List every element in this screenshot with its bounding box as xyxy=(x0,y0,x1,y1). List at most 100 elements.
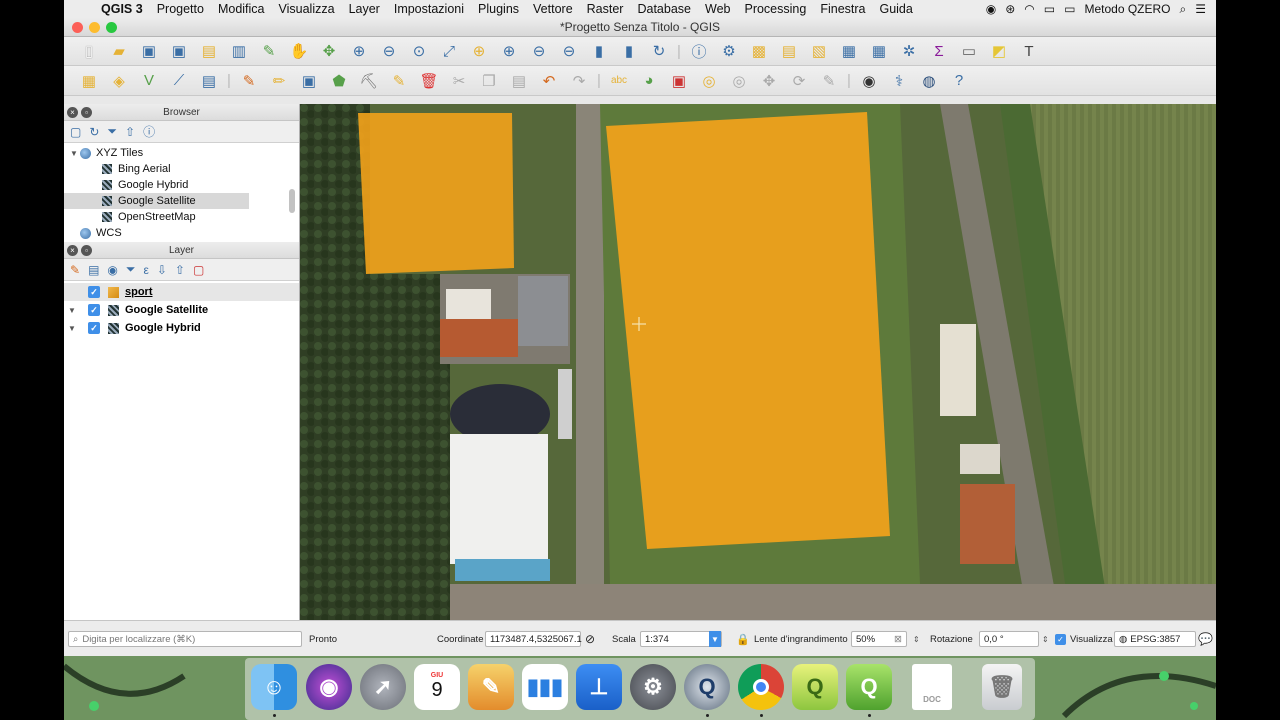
delete-selected-icon[interactable]: 🗑 xyxy=(416,69,442,93)
measure-line-icon[interactable]: ▭ xyxy=(956,39,982,63)
expand-arrow-icon[interactable]: ▼ xyxy=(68,324,88,333)
pan-to-selection-icon[interactable]: ✥ xyxy=(316,39,342,63)
layer-visibility-checkbox[interactable]: ✓ xyxy=(88,286,100,298)
pan-map-icon[interactable]: ✋ xyxy=(286,39,312,63)
redo-icon[interactable]: ↷ xyxy=(566,69,592,93)
document-icon[interactable]: DOC xyxy=(912,664,952,710)
render-checkbox-wrap[interactable]: ✓ Visualizza xyxy=(1055,631,1113,647)
map-tips-icon[interactable]: ◩ xyxy=(986,39,1012,63)
trash-icon[interactable]: 🗑 xyxy=(982,664,1022,710)
collapse-all-icon[interactable]: ⇧ xyxy=(175,263,185,277)
browser-scrollbar[interactable] xyxy=(289,189,295,213)
style-manager-icon[interactable]: ✎ xyxy=(256,39,282,63)
sport-polygon-tennis[interactable] xyxy=(358,113,514,274)
menu-layer[interactable]: Layer xyxy=(342,2,387,16)
zoom-next-icon[interactable]: ⊖ xyxy=(556,39,582,63)
deselect-all-icon[interactable]: ▧ xyxy=(806,39,832,63)
pin-labels-icon[interactable]: ◎ xyxy=(696,69,722,93)
processing-toolbox-icon[interactable]: ✲ xyxy=(896,39,922,63)
new-bookmark-icon[interactable]: ▮ xyxy=(586,39,612,63)
zoom-last-icon[interactable]: ⊖ xyxy=(526,39,552,63)
cut-features-icon[interactable]: ✂ xyxy=(446,69,472,93)
layer-visibility-checkbox[interactable]: ✓ xyxy=(88,322,100,334)
menu-impostazioni[interactable]: Impostazioni xyxy=(387,2,471,16)
zoom-selection-icon[interactable]: ⊕ xyxy=(466,39,492,63)
system-preferences-icon[interactable]: ⚙ xyxy=(630,664,676,710)
float-panel-icon[interactable]: ▫ xyxy=(81,107,92,118)
menubar-user[interactable]: Metodo QZERO xyxy=(1084,2,1170,16)
render-checkbox[interactable]: ✓ xyxy=(1055,633,1066,645)
menu-plugins[interactable]: Plugins xyxy=(471,2,526,16)
qgis-ltr-icon[interactable]: Q xyxy=(792,664,838,710)
collapse-all-icon[interactable]: ⇧ xyxy=(125,125,135,139)
layer-labeling-icon[interactable]: abc xyxy=(606,69,632,93)
close-panel-icon[interactable]: × xyxy=(67,245,78,256)
new-geopackage-layer-icon[interactable]: ◈ xyxy=(106,69,132,93)
menu-finestra[interactable]: Finestra xyxy=(813,2,872,16)
clear-icon[interactable]: ⊠ xyxy=(894,634,902,645)
spotlight-search-icon[interactable]: ⌕ xyxy=(1180,2,1187,17)
finder-icon[interactable]: ☺ xyxy=(251,664,297,710)
filter-icon[interactable]: ⏷ xyxy=(107,124,117,139)
save-edits-icon[interactable]: ▣ xyxy=(296,69,322,93)
identify-icon[interactable]: ⓘ xyxy=(686,39,712,63)
rotation-spinbox[interactable]: 0,0 ° xyxy=(979,631,1039,647)
sport-polygon-field[interactable] xyxy=(606,112,890,549)
layer-visibility-checkbox[interactable]: ✓ xyxy=(88,304,100,316)
menu-app[interactable]: QGIS 3 xyxy=(94,2,150,16)
sync-icon[interactable]: ⊛ xyxy=(1005,2,1015,16)
remove-layer-icon[interactable]: ▢ xyxy=(193,263,204,277)
field-calculator-icon[interactable]: ▦ xyxy=(866,39,892,63)
new-print-layout-icon[interactable]: ▤ xyxy=(196,39,222,63)
menu-progetto[interactable]: Progetto xyxy=(150,2,211,16)
current-edits-icon[interactable]: ✎ xyxy=(236,69,262,93)
spinbox-arrows-icon[interactable]: ⇕ xyxy=(913,631,920,647)
menu-database[interactable]: Database xyxy=(630,2,698,16)
menu-raster[interactable]: Raster xyxy=(580,2,631,16)
filter-legend-icon[interactable]: ⏷ xyxy=(126,262,136,277)
record-icon[interactable]: ◉ xyxy=(986,2,996,16)
notification-center-icon[interactable]: ☰ xyxy=(1195,2,1206,16)
battery-icon[interactable]: ▭ xyxy=(1064,2,1075,16)
float-panel-icon[interactable]: ▫ xyxy=(81,245,92,256)
text-annotation-icon[interactable]: T xyxy=(1016,39,1042,63)
help-icon[interactable]: ? xyxy=(946,69,972,93)
modify-attributes-icon[interactable]: ✎ xyxy=(386,69,412,93)
menu-web[interactable]: Web xyxy=(698,2,737,16)
undo-icon[interactable]: ↶ xyxy=(536,69,562,93)
spinbox-arrows-icon[interactable]: ⇕ xyxy=(1042,631,1049,647)
add-group-icon[interactable]: ▤ xyxy=(88,263,99,277)
refresh-icon[interactable]: ↻ xyxy=(89,125,99,139)
quickmapservices-icon[interactable]: ◉ xyxy=(856,69,882,93)
browser-item-bing-aerial[interactable]: Bing Aerial xyxy=(64,161,299,177)
copy-features-icon[interactable]: ❐ xyxy=(476,69,502,93)
menu-vettore[interactable]: Vettore xyxy=(526,2,580,16)
layout-manager-icon[interactable]: ▥ xyxy=(226,39,252,63)
quicktime-icon[interactable]: Q xyxy=(684,664,730,710)
zoom-full-icon[interactable]: ⤢ xyxy=(436,39,462,63)
manage-map-themes-icon[interactable]: ◉ xyxy=(107,263,117,277)
keynote-icon[interactable]: ⊥ xyxy=(576,664,622,710)
airplay-icon[interactable]: ▭ xyxy=(1044,2,1055,16)
calendar-icon[interactable]: GIU 9 xyxy=(414,664,460,710)
toggle-editing-icon[interactable]: ✏ xyxy=(266,69,292,93)
layer-row-sport[interactable]: ✓ sport xyxy=(64,283,299,301)
magnifier-spinbox[interactable]: 50% ⊠ xyxy=(851,631,907,647)
save-as-icon[interactable]: ▣ xyxy=(166,39,192,63)
zoom-layer-icon[interactable]: ⊕ xyxy=(496,39,522,63)
locator-search-input[interactable]: ⌕ Digita per localizzare (⌘K) xyxy=(68,631,302,647)
menu-guida[interactable]: Guida xyxy=(872,2,919,16)
globe-plugin-icon[interactable]: ◍ xyxy=(916,69,942,93)
crs-button[interactable]: ◍ EPSG:3857 xyxy=(1114,631,1196,647)
save-project-icon[interactable]: ▣ xyxy=(136,39,162,63)
coordinate-field[interactable]: 1173487.4,5325067.1 xyxy=(485,631,582,647)
filter-by-expression-icon[interactable]: ε xyxy=(144,263,149,277)
show-bookmarks-icon[interactable]: ▮ xyxy=(616,39,642,63)
zoom-in-icon[interactable]: ⊕ xyxy=(346,39,372,63)
run-feature-action-icon[interactable]: ⚙ xyxy=(716,39,742,63)
browser-item-openstreetmap[interactable]: OpenStreetMap xyxy=(64,209,299,225)
zoom-out-icon[interactable]: ⊖ xyxy=(376,39,402,63)
highlight-pinned-labels-icon[interactable]: ▣ xyxy=(666,69,692,93)
expand-arrow-icon[interactable]: ▼ xyxy=(68,149,80,158)
open-project-icon[interactable]: ▰ xyxy=(106,39,132,63)
